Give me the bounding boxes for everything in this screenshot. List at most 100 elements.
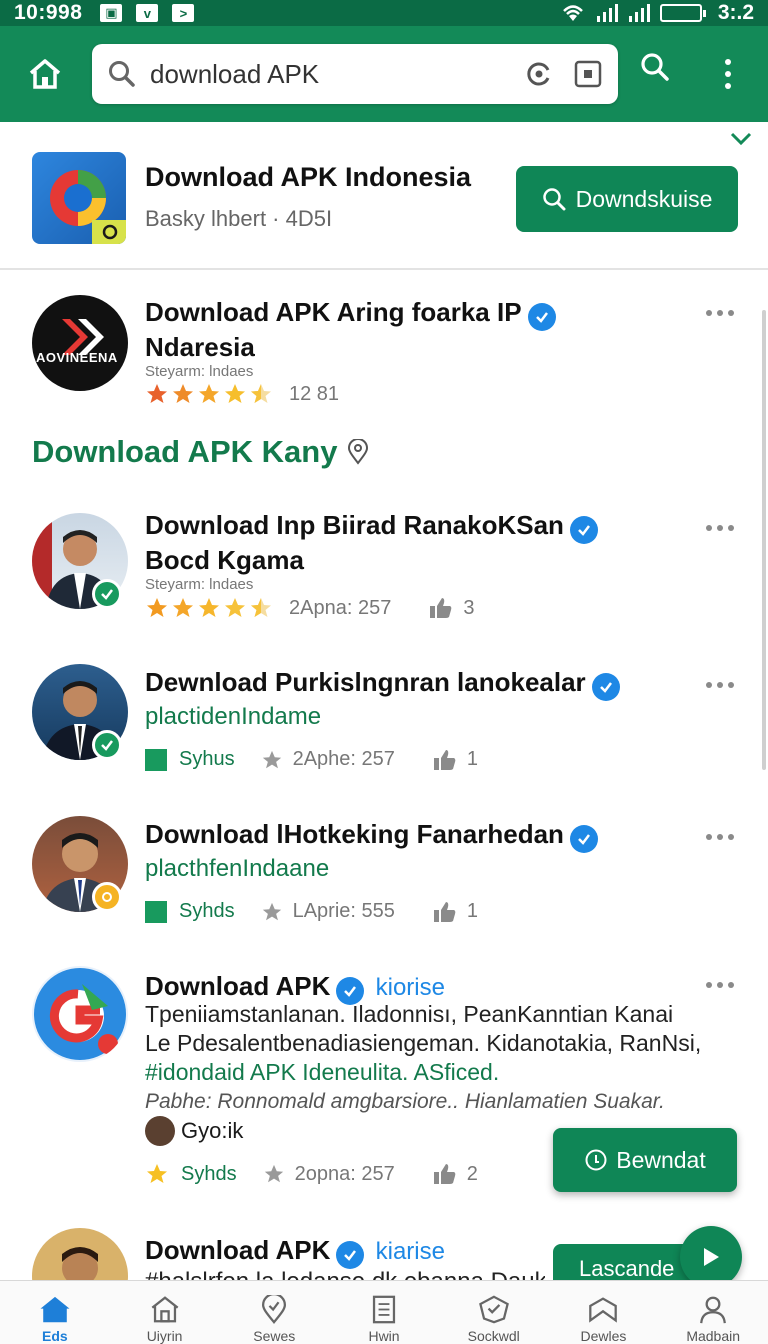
search-icon [109,61,135,87]
item-subtitle: Steyarm: lndaes [145,363,254,380]
publisher-text: Pabhe: Ronnomald amgbarsiore.. Hianlamat… [145,1090,665,1113]
app-icon [32,966,128,1062]
item-overflow-menu[interactable] [706,982,734,988]
app-logo [32,295,128,391]
search-button[interactable] [640,52,670,87]
item-link[interactable]: plactidenIndame [145,703,321,731]
nav-home[interactable]: Eds [0,1281,110,1344]
location-icon [262,1295,287,1324]
play-icon [704,1248,719,1266]
nav-profile[interactable]: Madbain [658,1281,768,1344]
download-circle-icon [585,1149,607,1171]
app-icon [32,152,126,244]
download-floating-button[interactable]: Bewndat [553,1128,737,1192]
star-icon [173,598,193,617]
nav-label: Sewes [253,1328,296,1344]
list-item[interactable]: Dewnload Purkislngnran lanokealar placti… [0,662,768,792]
star-icon [225,598,245,617]
nav-store[interactable]: Uiyrin [110,1281,220,1344]
description-link[interactable]: #idondaid APK Ideneulita. ASficed. [145,1058,705,1087]
more-dot [725,59,731,65]
download-button[interactable]: Downdskuise [516,166,738,232]
item-title-line2: Ndaresia [145,332,255,362]
likes[interactable]: 1 [433,900,478,923]
thumbs-up-icon [433,901,456,922]
item-title-text: Download APK Aring foarka IP [145,297,522,327]
qr-scan-icon[interactable] [574,60,602,88]
thumbs-up-icon [433,1164,456,1184]
lens-icon[interactable] [526,61,552,87]
nav-security[interactable]: Sockwdl [439,1281,549,1344]
chevron-down-icon[interactable] [730,132,752,146]
category-tag[interactable]: Syhds [145,1162,237,1186]
description-line-1: Tpeniiamstanlanan. Iladonnisı, PeanKannt… [145,1001,674,1027]
thumbs-up-icon [430,598,452,618]
item-meta: Syhds LAprie: 555 1 [145,900,478,923]
signal-icon [596,4,618,22]
category-tag[interactable]: Syhds [145,900,235,923]
search-input[interactable] [150,58,490,90]
status-time: 10:998 [14,1,83,24]
developer-label[interactable]: kiorise [376,974,445,1001]
developer-label[interactable]: kiarise [376,1238,445,1265]
battery-icon [659,4,706,22]
list-item[interactable]: Download Inp Biirad RanakoKSan Bocd Kgam… [0,505,768,635]
bottom-navigation: Eds Uiyrin Sewes Hwin Sockwdl Dewles Mad… [0,1280,768,1344]
rating-stars [145,382,273,406]
tag-icon [145,900,167,923]
list-item[interactable]: Download lHotkeking Fanarhedan placthfen… [0,814,768,944]
verified-badge [92,730,122,760]
star-icon [264,1164,283,1183]
item-overflow-menu[interactable] [706,834,734,840]
item-description: Tpeniiamstanlanan. Iladonnisı, PeanKannt… [145,1000,705,1087]
likes[interactable]: 1 [433,748,478,771]
home-icon [29,59,61,89]
star-icon [147,384,167,403]
star-icon [147,1164,167,1183]
description-line-2: Le Pdesalentbenadiasiengeman. Kidanotaki… [145,1030,702,1056]
nav-label: Uiyrin [146,1328,183,1344]
shield-icon [478,1295,509,1324]
rating-meta-text: LAprie: 555 [292,900,395,922]
author-avatar [145,1116,175,1146]
item-overflow-menu[interactable] [706,310,734,316]
likes-count: 3 [463,596,475,619]
play-button[interactable] [680,1226,742,1288]
more-options-button[interactable] [716,50,740,98]
item-overflow-menu[interactable] [706,525,734,531]
rating-meta: LAprie: 555 [261,900,395,923]
status-time-right: 3:.2 [717,1,754,24]
likes-count: 2 [466,1162,478,1185]
nav-label: Sockwdl [467,1328,520,1344]
app-bar [0,26,768,122]
top-result-card[interactable]: Download APK Indonesia Basky lhbert · 4D… [0,124,768,270]
likes[interactable]: 3 [429,597,474,620]
home-button[interactable] [16,45,74,103]
category-tag[interactable]: Syhus [145,748,235,771]
item-title-text: Download lHotkeking Fanarhedan [145,819,564,849]
likes[interactable]: 2 [433,1163,478,1186]
rating-meta: 2Aphe: 257 [261,748,395,771]
avatar [32,1228,128,1280]
author-row[interactable]: Gyo:ik [145,1116,243,1146]
list-item[interactable]: AOVINEENA Download APK Aring foarka IP N… [0,290,768,420]
nav-bookmarks[interactable]: Dewles [549,1281,659,1344]
check-notification-icon: v [136,4,159,22]
rating-meta-text: 2opna: 257 [294,1162,395,1185]
item-link[interactable]: #halslrfon la ledanse dk ebanna Dauk [145,1268,545,1280]
search-icon-appbar [641,53,669,81]
item-title: Dewnload Purkislngnran lanokealar [145,666,705,701]
star-icon [262,750,281,768]
nav-documents[interactable]: Hwin [329,1281,439,1344]
nav-location[interactable]: Sewes [219,1281,329,1344]
item-title-text: Download Inp Biirad RanakoKSan [145,510,564,540]
tag-label: Syhus [179,748,235,770]
section-title: Download APK Kany [32,434,369,470]
item-subtitle: Steyarm: lndaes [145,576,254,593]
nav-label: Dewles [580,1328,627,1344]
item-link[interactable]: placthfenIndaane [145,855,329,883]
star-icon [225,384,245,403]
wifi-icon [562,5,583,21]
item-overflow-menu[interactable] [706,682,734,688]
section-title-text: Download APK Kany [32,434,338,469]
